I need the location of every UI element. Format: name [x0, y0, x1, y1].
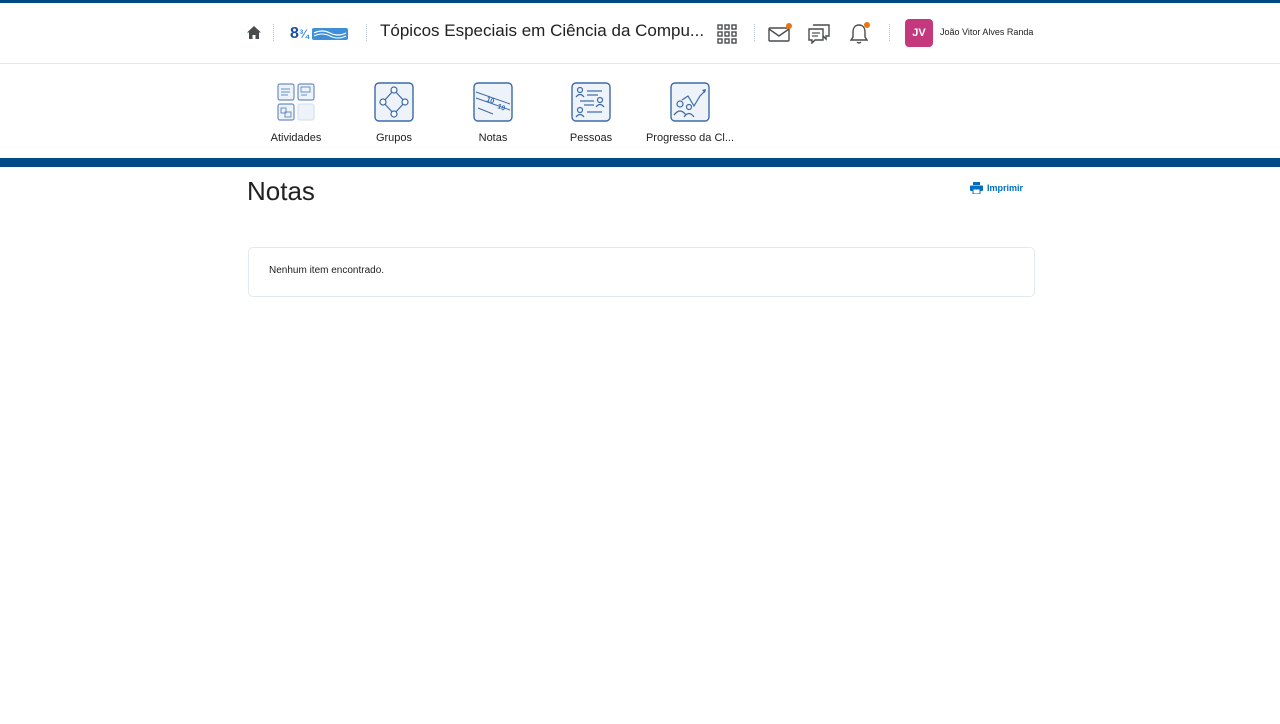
empty-state-message: Nenhum item encontrado.	[269, 265, 385, 276]
course-navbar: Atividades Grupos 10 10 Notas Pessoas Pr…	[0, 64, 1280, 158]
home-button[interactable]	[246, 22, 262, 42]
nav-item-people[interactable]: Pessoas	[542, 82, 640, 150]
avatar[interactable]: JV	[905, 19, 933, 47]
nav-item-groups[interactable]: Grupos	[345, 82, 443, 150]
home-icon	[247, 25, 261, 39]
header-divider	[754, 24, 755, 41]
nav-item-activities[interactable]: Atividades	[247, 82, 345, 150]
nav-label: Pessoas	[569, 132, 613, 144]
discussions-button[interactable]	[806, 21, 832, 47]
print-button[interactable]: Imprimir	[970, 182, 1023, 194]
notification-dot	[786, 23, 792, 29]
nav-bottom-band	[0, 158, 1280, 167]
apps-grid-icon	[717, 24, 737, 44]
course-title[interactable]: Tópicos Especiais em Ciência da Compu...	[380, 21, 704, 41]
activities-icon	[277, 83, 315, 121]
header-divider	[889, 24, 890, 41]
grades-icon: 10 10	[473, 82, 513, 122]
nav-label: Grupos	[375, 132, 413, 144]
class-progress-icon	[670, 82, 710, 122]
chat-icon	[808, 24, 830, 44]
apps-grid-button[interactable]	[714, 21, 740, 47]
svg-text:¾: ¾	[299, 27, 310, 41]
header-divider	[273, 24, 274, 41]
header-bar: 8 ¾ Tópicos Especiais em Ciência da Comp…	[0, 3, 1280, 64]
people-icon	[571, 82, 611, 122]
messages-button[interactable]	[766, 21, 792, 47]
user-name[interactable]: João Vitor Alves Randa	[940, 27, 1033, 37]
printer-icon	[970, 182, 983, 194]
nav-label: Progresso da Cl...	[645, 132, 735, 144]
nav-item-grades[interactable]: 10 10 Notas	[444, 82, 542, 150]
nav-item-class-progress[interactable]: Progresso da Cl...	[641, 82, 739, 150]
groups-icon	[374, 82, 414, 122]
nav-label: Notas	[478, 132, 508, 144]
page-title: Notas	[247, 176, 315, 206]
notification-dot	[864, 22, 870, 28]
nav-label: Atividades	[270, 132, 322, 144]
notifications-button[interactable]	[846, 21, 872, 47]
header-divider	[366, 24, 367, 41]
institution-logo[interactable]: 8 ¾	[290, 23, 348, 43]
empty-state-panel: Nenhum item encontrado.	[248, 247, 1035, 297]
logo-icon: 8 ¾	[290, 25, 348, 42]
print-label: Imprimir	[987, 183, 1024, 193]
svg-text:8: 8	[290, 25, 299, 42]
